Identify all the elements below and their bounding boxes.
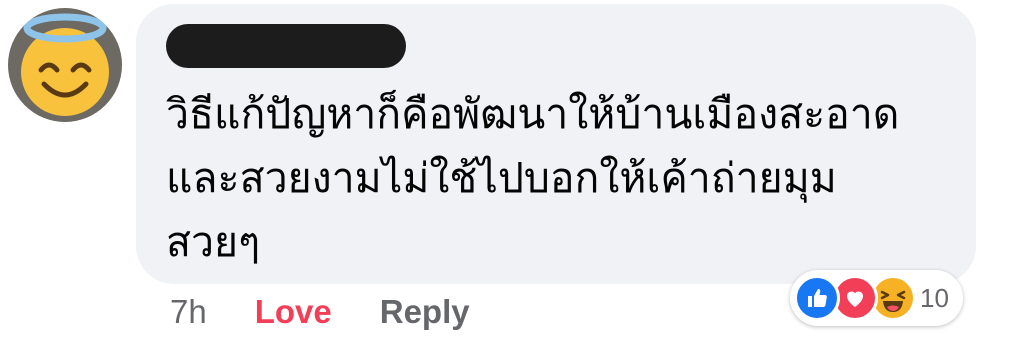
reactions-summary[interactable]: 10 xyxy=(790,270,963,326)
reaction-count: 10 xyxy=(920,282,949,313)
comment-bubble: วิธีแก้ปัญหาก็คือพัฒนาให้บ้านเมืองสะอาด … xyxy=(136,4,976,284)
smiling-face-with-halo-icon xyxy=(21,13,109,116)
avatar[interactable] xyxy=(8,8,122,122)
comment-text: วิธีแก้ปัญหาก็คือพัฒนาให้บ้านเมืองสะอาด … xyxy=(166,90,900,266)
like-icon xyxy=(794,275,840,321)
reply-button[interactable]: Reply xyxy=(380,293,470,331)
author-name-redacted[interactable] xyxy=(166,24,406,68)
love-button[interactable]: Love xyxy=(255,293,332,331)
comment-actions: 7h Love Reply xyxy=(170,290,470,334)
timestamp[interactable]: 7h xyxy=(170,293,207,331)
